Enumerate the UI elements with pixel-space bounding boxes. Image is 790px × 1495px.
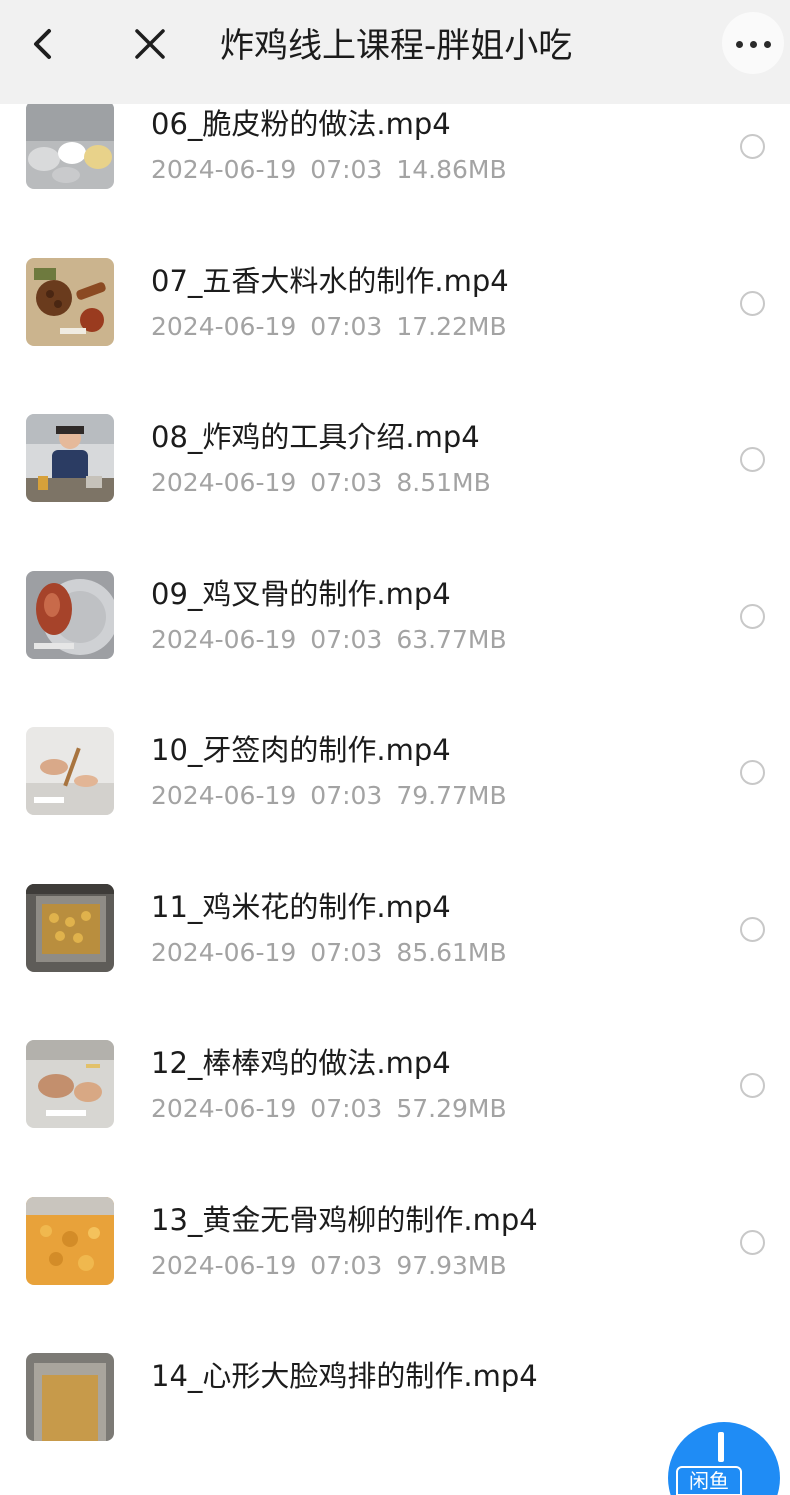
file-date: 2024-06-19 xyxy=(151,937,297,967)
file-time: 07:03 xyxy=(310,155,383,184)
video-thumbnail xyxy=(26,1196,114,1285)
close-icon xyxy=(135,29,165,59)
video-thumbnail xyxy=(26,101,114,189)
video-thumbnail xyxy=(26,883,114,972)
file-meta: 2024-06-19 07:03 79.77MB xyxy=(151,780,521,812)
file-name: 11_鸡米花的制作.mp4 xyxy=(151,889,451,924)
file-size: 97.93MB xyxy=(396,1250,507,1280)
file-time: 07:03 xyxy=(310,1094,383,1123)
top-bar: 炸鸡线上课程-胖姐小吃 xyxy=(0,0,790,104)
video-thumbnail xyxy=(26,570,114,659)
file-meta: 2024-06-19 07:03 17.22MB xyxy=(151,311,521,343)
file-time: 07:03 xyxy=(310,781,383,810)
file-meta: 2024-06-19 07:03 63.77MB xyxy=(151,624,521,656)
video-thumbnail xyxy=(26,727,114,815)
file-size: 57.29MB xyxy=(396,1094,507,1123)
more-button[interactable] xyxy=(722,12,784,74)
file-row[interactable]: 09_鸡叉骨的制作.mp4 2024-06-19 07:03 63.77MB xyxy=(0,547,790,704)
file-name: 06_脆皮粉的做法.mp4 xyxy=(151,107,451,141)
fab-label: 闲鱼 xyxy=(676,1466,742,1495)
file-date: 2024-06-19 xyxy=(151,311,297,341)
file-name: 12_棒棒鸡的做法.mp4 xyxy=(151,1046,451,1080)
chevron-left-icon xyxy=(34,29,51,59)
file-date: 2024-06-19 xyxy=(151,468,297,497)
file-date: 2024-06-19 xyxy=(151,1250,297,1280)
plus-icon xyxy=(718,1432,724,1462)
file-time: 07:03 xyxy=(310,937,383,967)
file-meta: 2024-06-19 07:03 57.29MB xyxy=(151,1093,521,1125)
file-meta: 2024-06-19 07:03 8.51MB xyxy=(151,467,505,499)
video-thumbnail xyxy=(26,1353,114,1441)
select-radio[interactable] xyxy=(740,134,765,159)
file-row[interactable]: 07_五香大料水的制作.mp4 2024-06-19 07:03 17.22MB xyxy=(0,234,790,391)
file-meta xyxy=(151,1406,193,1438)
file-date: 2024-06-19 xyxy=(151,624,297,654)
page-title: 炸鸡线上课程-胖姐小吃 xyxy=(220,26,573,66)
select-radio[interactable] xyxy=(740,447,765,472)
file-name: 08_炸鸡的工具介绍.mp4 xyxy=(151,420,480,454)
file-date: 2024-06-19 xyxy=(151,781,297,810)
video-thumbnail xyxy=(26,1040,114,1128)
select-radio[interactable] xyxy=(740,760,765,785)
file-name: 13_黄金无骨鸡柳的制作.mp4 xyxy=(151,1202,538,1237)
file-row[interactable]: 11_鸡米花的制作.mp4 2024-06-19 07:03 85.61MB xyxy=(0,860,790,1017)
file-size: 63.77MB xyxy=(396,624,507,654)
close-button[interactable] xyxy=(126,18,174,70)
file-size: 17.22MB xyxy=(396,311,507,341)
file-row[interactable]: 10_牙签肉的制作.mp4 2024-06-19 07:03 79.77MB xyxy=(0,704,790,861)
file-meta: 2024-06-19 07:03 14.86MB xyxy=(151,154,521,186)
select-radio[interactable] xyxy=(740,916,765,942)
file-list-screen: 2024-06-1907:03494.49MB06_脆皮粉的做法.mp42024… xyxy=(0,0,790,1495)
file-size: 14.86MB xyxy=(396,155,507,184)
file-row[interactable]: 08_炸鸡的工具介绍.mp4 2024-06-19 07:03 8.51MB xyxy=(0,391,790,548)
file-row[interactable]: 13_黄金无骨鸡柳的制作.mp4 2024-06-19 07:03 97.93MB xyxy=(0,1173,790,1330)
file-time: 07:03 xyxy=(310,468,383,497)
file-name: 14_心形大脸鸡排的制作.mp4 xyxy=(151,1359,538,1393)
video-thumbnail xyxy=(26,257,114,346)
file-size: 79.77MB xyxy=(396,781,507,810)
select-radio[interactable] xyxy=(740,1073,765,1098)
file-name: 10_牙签肉的制作.mp4 xyxy=(151,733,451,767)
back-button[interactable] xyxy=(22,18,66,70)
file-list: 2024-06-1907:03494.49MB06_脆皮粉的做法.mp42024… xyxy=(0,10,790,1487)
file-date: 2024-06-19 xyxy=(151,155,297,184)
file-size: 85.61MB xyxy=(396,937,507,967)
file-meta: 2024-06-19 07:03 97.93MB xyxy=(151,1250,521,1282)
select-radio[interactable] xyxy=(740,290,765,316)
file-meta: 2024-06-19 07:03 85.61MB xyxy=(151,937,521,969)
file-name: 07_五香大料水的制作.mp4 xyxy=(151,263,509,298)
select-radio[interactable] xyxy=(740,603,765,629)
file-time: 07:03 xyxy=(310,311,383,341)
file-time: 07:03 xyxy=(310,1250,383,1280)
file-row[interactable]: 12_棒棒鸡的做法.mp4 2024-06-19 07:03 57.29MB xyxy=(0,1017,790,1174)
file-name: 09_鸡叉骨的制作.mp4 xyxy=(151,576,451,611)
file-date: 2024-06-19 xyxy=(151,1094,297,1123)
file-time: 07:03 xyxy=(310,624,383,654)
select-radio[interactable] xyxy=(740,1229,765,1255)
video-thumbnail xyxy=(26,414,114,502)
file-size: 8.51MB xyxy=(396,468,491,497)
